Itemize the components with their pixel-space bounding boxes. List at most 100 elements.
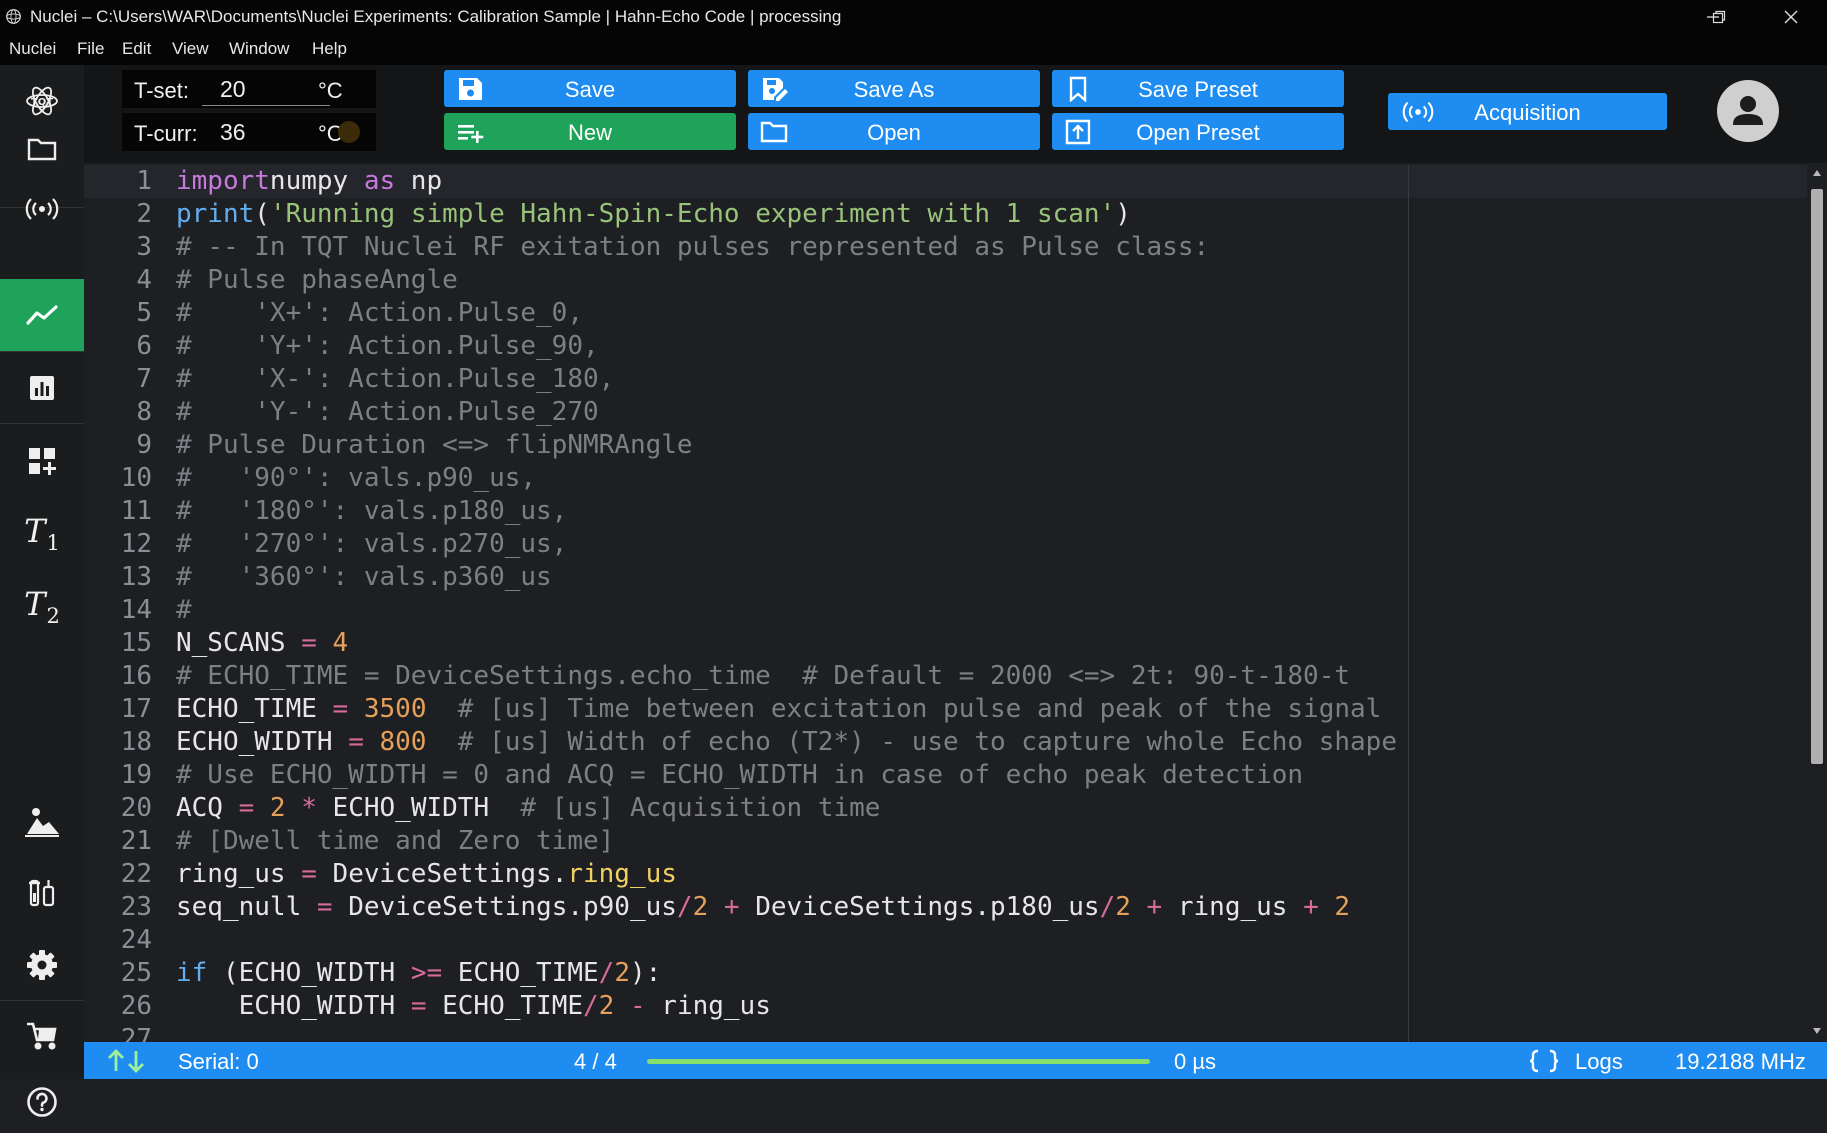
editor-ruler (1408, 165, 1409, 1042)
close-icon (1784, 10, 1798, 23)
scrollbar-thumb[interactable] (1811, 189, 1823, 764)
frequency-readout: 19.2188 MHz (1675, 1049, 1806, 1074)
scroll-down-icon[interactable] (1812, 1027, 1822, 1035)
heater-status-dot (338, 121, 360, 143)
line-number: 5 (136, 298, 152, 328)
user-icon (1733, 96, 1763, 125)
code-text: # Pulse Duration <=> flipNMRAngle (176, 430, 693, 460)
code-line: 20 ACQ = 2 * ECHO_WIDTH # [us] Acquisitio… (84, 792, 1807, 825)
line-number: 18 (120, 727, 152, 757)
sidebar-item-acquisition[interactable] (0, 173, 84, 245)
save-button[interactable]: Save (444, 70, 736, 107)
new-button[interactable]: New (444, 113, 736, 150)
code-line: 13 # '360°': vals.p360_us (84, 561, 1807, 594)
menu-help[interactable]: Help (312, 39, 347, 59)
code-line: 24 (84, 924, 1807, 957)
code-text: # '180°': vals.p180_us, (176, 496, 568, 526)
code-line: 19 # Use ECHO_WIDTH = 0 and ACQ = ECHO_WI… (84, 759, 1807, 792)
code-editor[interactable]: 1 importnumpy as np 2 print('Running simple… (84, 165, 1807, 1042)
line-number: 12 (120, 529, 152, 559)
line-number: 6 (136, 331, 152, 361)
code-line: 14 # (84, 594, 1807, 627)
code-text: ECHO_WIDTH = ECHO_TIME/2 - ring_us (176, 991, 771, 1021)
open-preset-button[interactable]: Open Preset (1052, 113, 1344, 150)
sidebar-item-sample[interactable] (0, 786, 84, 858)
code-text: if (ECHO_WIDTH >= ECHO_TIME/2): (176, 958, 662, 988)
temp-curr-value: 36 (220, 119, 246, 145)
save-preset-button[interactable]: Save Preset (1052, 70, 1344, 107)
svg-text:TQT: TQT (31, 97, 53, 108)
code-text: N_SCANS = 4 (176, 628, 349, 658)
status-bar: Serial: 0 4 / 4 0 µs Logs 19.2188 MHz (84, 1042, 1827, 1079)
code-text: # -- In TQT Nuclei RF exitation pulses r… (176, 232, 1210, 262)
sidebar-item-analysis[interactable] (0, 352, 84, 424)
temp-set-unit: °C (318, 78, 343, 103)
line-number: 25 (120, 958, 152, 988)
app-logo-icon (6, 9, 21, 24)
code-line: 25 if (ECHO_WIDTH >= ECHO_TIME/2): (84, 957, 1807, 990)
bar-chart-icon (30, 376, 54, 400)
temperature-set: T-set: 20 °C (122, 70, 376, 108)
code-line: 9 # Pulse Duration <=> flipNMRAngle (84, 429, 1807, 462)
sidebar-item-cart[interactable] (0, 1000, 84, 1072)
code-text: # 'Y+': Action.Pulse_90, (176, 331, 599, 361)
sidebar-item-t1[interactable]: T1 (0, 497, 84, 569)
code-line: 22 ring_us = DeviceSettings.ring_us (84, 858, 1807, 891)
code-text: # 'X-': Action.Pulse_180, (176, 364, 615, 394)
line-number: 11 (120, 496, 152, 526)
code-line: 21 # [Dwell time and Zero time] (84, 825, 1807, 858)
broadcast-icon (25, 198, 59, 220)
menu-view[interactable]: View (172, 39, 209, 59)
code-line: 5 # 'X+': Action.Pulse_0, (84, 297, 1807, 330)
sidebar-item-dashboard[interactable] (0, 425, 84, 497)
tubes-icon (29, 879, 55, 907)
temp-set-value[interactable]: 20 (220, 76, 246, 103)
code-line: 6 # 'Y+': Action.Pulse_90, (84, 330, 1807, 363)
code-text: # 'X+': Action.Pulse_0, (176, 298, 583, 328)
line-number: 15 (120, 628, 152, 658)
sample-icon (25, 808, 59, 837)
code-line: 18 ECHO_WIDTH = 800 # [us] Width of echo … (84, 726, 1807, 759)
save-as-button[interactable]: Save As (748, 70, 1040, 107)
scan-progress-text: 4 / 4 (574, 1049, 617, 1074)
sidebar-item-settings[interactable] (0, 929, 84, 1001)
folder-icon (27, 138, 57, 161)
user-avatar[interactable] (1717, 80, 1779, 142)
sidebar-item-t2[interactable]: T2 (0, 570, 84, 642)
code-text: # 'Y-': Action.Pulse_270 (176, 397, 599, 427)
menu-window[interactable]: Window (229, 39, 289, 59)
window-title: Nuclei – C:\Users\WAR\Documents\Nuclei E… (30, 7, 842, 26)
menu-nuclei[interactable]: Nuclei (9, 39, 56, 59)
line-number: 4 (136, 265, 152, 295)
open-button[interactable]: Open (748, 113, 1040, 150)
transfer-arrows-icon[interactable] (106, 1049, 146, 1073)
code-text: # '270°': vals.p270_us, (176, 529, 568, 559)
scroll-up-icon[interactable] (1812, 169, 1822, 177)
acquisition-button[interactable]: Acquisition (1388, 93, 1667, 130)
editor-scrollbar[interactable] (1807, 165, 1827, 1042)
line-number: 3 (136, 232, 152, 262)
code-line: 3 # -- In TQT Nuclei RF exitation pulses … (84, 231, 1807, 264)
code-line: 17 ECHO_TIME = 3500 # [us] Time between e… (84, 693, 1807, 726)
code-text: # '90°': vals.p90_us, (176, 463, 537, 493)
code-braces-icon (1529, 1049, 1559, 1073)
scan-progress-bar (647, 1059, 1150, 1064)
code-line: 15 N_SCANS = 4 (84, 627, 1807, 660)
sidebar-item-help[interactable] (0, 1071, 84, 1133)
line-number: 19 (120, 760, 152, 790)
logs-button[interactable]: Logs (1575, 1049, 1623, 1075)
line-number: 20 (120, 793, 152, 823)
line-number: 9 (136, 430, 152, 460)
sidebar-item-processing[interactable] (0, 279, 84, 351)
menu-edit[interactable]: Edit (122, 39, 151, 59)
code-text: # ECHO_TIME = DeviceSettings.echo_time #… (176, 661, 1350, 691)
close-button[interactable] (1768, 0, 1814, 33)
sidebar-item-tubes[interactable] (0, 857, 84, 929)
menu-file[interactable]: File (77, 39, 104, 59)
line-number: 24 (120, 925, 152, 955)
line-number: 17 (120, 694, 152, 724)
line-number: 27 (120, 1024, 152, 1042)
restore-button[interactable] (1696, 0, 1742, 33)
code-line: 26 ECHO_WIDTH = ECHO_TIME/2 - ring_us (84, 990, 1807, 1023)
line-number: 23 (120, 892, 152, 922)
